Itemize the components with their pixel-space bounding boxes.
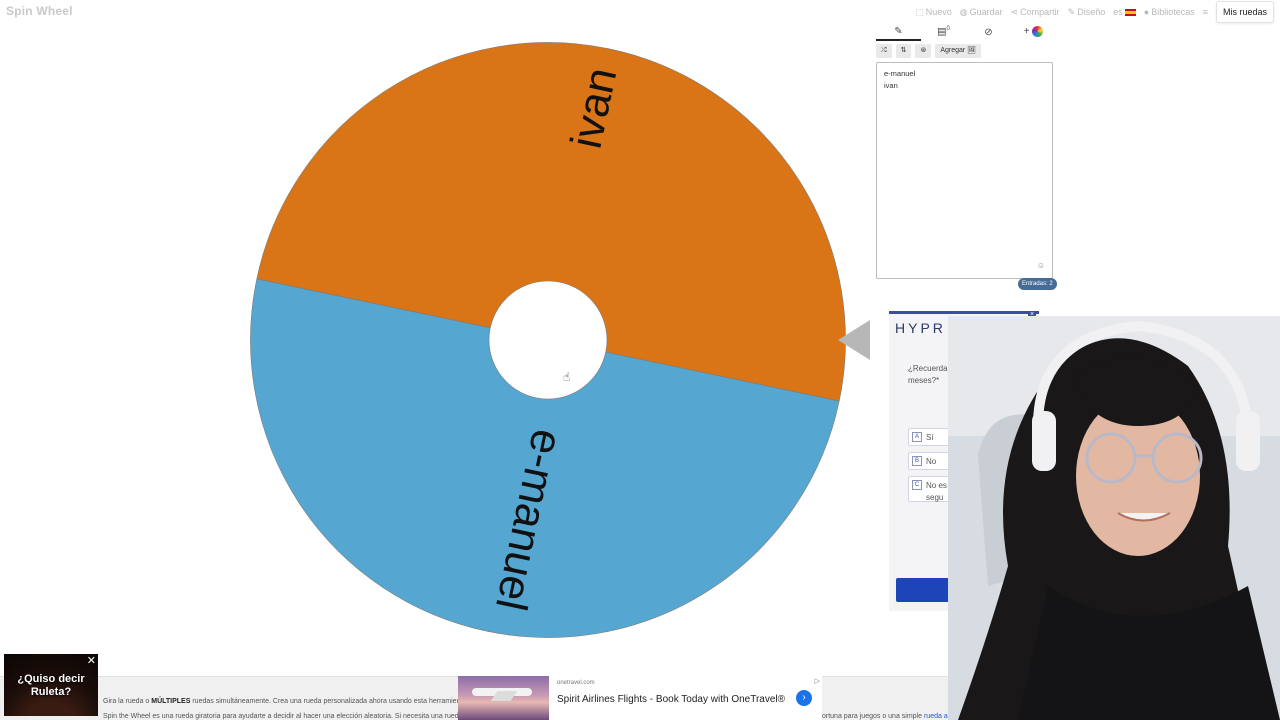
emoji-icon[interactable]: ☺ — [1037, 260, 1045, 272]
hand-cursor-icon: ☝ — [563, 370, 571, 384]
nav-share-label: Compartir — [1020, 7, 1060, 17]
globe-icon: ● — [1143, 7, 1150, 17]
my-wheels-button[interactable]: Mis ruedas — [1215, 1, 1274, 23]
nav-new[interactable]: ⬚ Nuevo — [915, 7, 952, 18]
nav-share[interactable]: ⋖ Compartir — [1011, 7, 1060, 18]
survey-submit-button[interactable] — [896, 578, 956, 602]
ad-domain: onetravel.com — [557, 680, 595, 686]
spin-wheel[interactable]: ivan e-manuel — [248, 42, 848, 642]
option-key: A — [912, 432, 922, 442]
headphone-right-icon — [1236, 411, 1260, 471]
results-badge: 0 — [946, 26, 950, 33]
wheel-center-button[interactable] — [488, 280, 608, 400]
image-settings-button[interactable]: ⊛ — [915, 44, 932, 58]
description-line-2-right: ortuna para juegos o una simple rueda al… — [822, 713, 955, 720]
wheel-pointer-icon — [838, 320, 870, 360]
flight-ad[interactable]: onetravel.com Spirit Airlines Flights - … — [458, 676, 822, 720]
airplane-image — [458, 676, 549, 720]
option-key: B — [912, 456, 922, 466]
tab-colors[interactable]: + — [1011, 26, 1056, 39]
editor-toolbar: ⤮ ⇅ ⊛ Agregar 🖼 — [876, 44, 1056, 58]
entry-line: e-manuel — [884, 69, 916, 78]
ad-title[interactable]: Spirit Airlines Flights - Book Today wit… — [557, 693, 787, 707]
clipboard-icon: ▤ — [937, 26, 947, 38]
eye-off-icon: ⊘ — [984, 26, 993, 38]
desc-text: ortuna para juegos o una simple — [822, 713, 923, 720]
add-image-button[interactable]: Agregar 🖼 — [935, 44, 982, 58]
nav-library-label: Bibliotecas — [1151, 7, 1195, 17]
nav-save-label: Guardar — [969, 7, 1003, 17]
nav-design-label: Diseño — [1077, 7, 1106, 17]
pencil-icon: ✎ — [894, 25, 903, 37]
editor-tabs: ✎ ▤0 ⊘ + — [876, 24, 1056, 42]
nav-language[interactable]: es — [1113, 7, 1136, 17]
nav-library[interactable]: ● Bibliotecas — [1144, 7, 1195, 17]
webcam-overlay — [948, 316, 1280, 720]
color-wheel-icon — [1032, 26, 1044, 38]
entries-textarea[interactable]: e-manuel ivan ☺ — [876, 62, 1053, 279]
headphone-left-icon — [1032, 411, 1056, 471]
entries-editor: ✎ ▤0 ⊘ + ⤮ ⇅ ⊛ Agregar 🖼 e-manuel ivan ☺ — [876, 24, 1056, 279]
share-icon: ⋖ — [1010, 6, 1019, 17]
desc-bold: MÚLTIPLES — [151, 698, 191, 705]
description-line-1: Gira la rueda o MÚLTIPLES ruedas simultá… — [103, 698, 466, 705]
entry-line: ivan — [884, 81, 898, 90]
ad-go-button[interactable]: › — [796, 690, 812, 706]
survey-brand: HYPR — [895, 320, 946, 336]
tab-hide[interactable]: ⊘ — [966, 27, 1011, 40]
nav-new-label: Nuevo — [925, 7, 952, 17]
spin-wheel-app: Spin Wheel ⬚ Nuevo ◍ Guardar ⋖ Compartir ✎ D… — [0, 0, 1280, 720]
nav-design[interactable]: ✎ Diseño — [1068, 7, 1106, 18]
design-icon: ✎ — [1067, 6, 1076, 17]
top-nav: ⬚ Nuevo ◍ Guardar ⋖ Compartir ✎ Diseño es ● B… — [915, 0, 1280, 24]
roulette-ad-text: ¿Quiso decir Ruleta? — [17, 673, 85, 698]
desc-text: ruedas simultáneamente. Crea una rueda p… — [190, 698, 467, 705]
nav-menu[interactable]: ≡ — [1203, 7, 1208, 17]
nav-language-label: es — [1113, 7, 1123, 17]
save-icon: ◍ — [959, 6, 968, 17]
tab-results[interactable]: ▤0 — [921, 26, 966, 39]
option-label: No — [926, 456, 937, 466]
entries-count-badge: Entradas: 2 — [1018, 278, 1057, 290]
option-label: Sí — [926, 432, 934, 442]
desc-text: Gira la rueda o — [103, 698, 152, 705]
new-icon: ⬚ — [915, 6, 924, 17]
shuffle-button[interactable]: ⤮ — [876, 44, 892, 58]
app-logo[interactable]: Spin Wheel — [6, 4, 73, 18]
tab-edit[interactable]: ✎ — [876, 26, 921, 41]
option-key: C — [912, 480, 922, 490]
close-icon[interactable]: ✕ — [87, 654, 96, 667]
description-line-2: Spin the Wheel es una rueda giratoria pa… — [103, 713, 463, 720]
spain-flag-icon — [1124, 8, 1136, 16]
menu-icon: ≡ — [1202, 7, 1208, 17]
add-color-label: + — [1023, 26, 1030, 38]
ad-choices-icon[interactable]: ▷ — [815, 677, 820, 685]
roulette-ad[interactable]: ¿Quiso decir Ruleta? ✕ — [4, 654, 98, 716]
nav-save[interactable]: ◍ Guardar — [960, 7, 1003, 18]
sort-button[interactable]: ⇅ — [895, 44, 912, 58]
survey-ad-topbar — [889, 311, 1039, 314]
